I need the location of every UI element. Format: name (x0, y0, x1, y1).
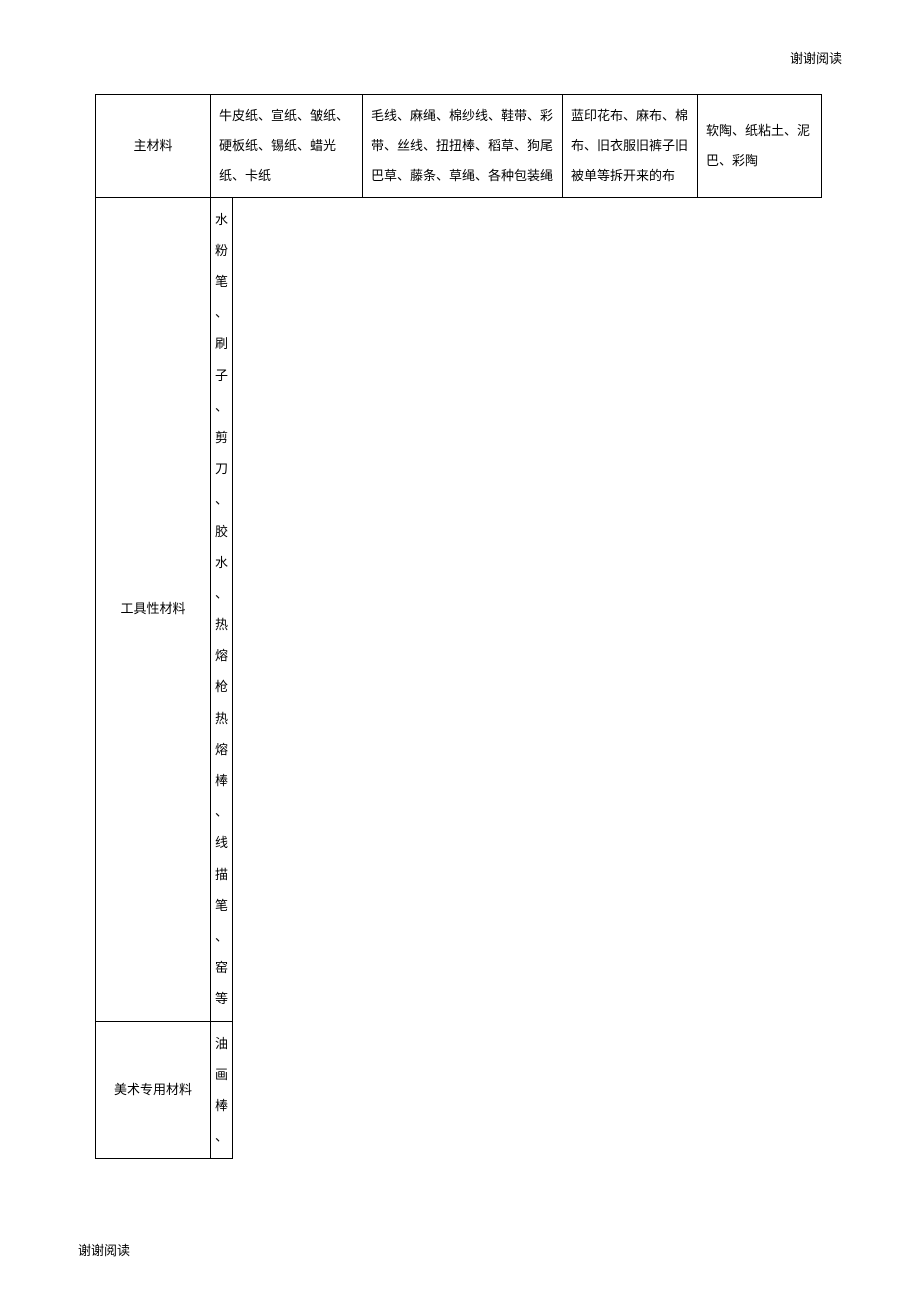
cell-art-empty (233, 1021, 822, 1159)
cell-main-c2: 牛皮纸、宣纸、皱纸、硬板纸、锡纸、蜡光纸、卡纸 (211, 95, 363, 198)
cell-tool-empty (233, 197, 822, 1021)
table-row: 工具性材料 水粉笔、刷子、剪刀、胶水、热熔枪热熔棒、线描笔、窑等 (96, 197, 822, 1021)
footer-thanks: 谢谢阅读 (78, 1240, 130, 1259)
materials-table: 主材料 牛皮纸、宣纸、皱纸、硬板纸、锡纸、蜡光纸、卡纸 毛线、麻绳、棉纱线、鞋带… (95, 94, 822, 1159)
cell-main-c5: 软陶、纸粘土、泥巴、彩陶 (698, 95, 822, 198)
row-label-tool-material: 工具性材料 (96, 197, 211, 1021)
table-row: 主材料 牛皮纸、宣纸、皱纸、硬板纸、锡纸、蜡光纸、卡纸 毛线、麻绳、棉纱线、鞋带… (96, 95, 822, 198)
header-thanks: 谢谢阅读 (790, 48, 842, 67)
materials-table-wrap: 主材料 牛皮纸、宣纸、皱纸、硬板纸、锡纸、蜡光纸、卡纸 毛线、麻绳、棉纱线、鞋带… (95, 94, 822, 1159)
table-row: 美术专用材料 油画棒、 (96, 1021, 822, 1159)
row-label-main-material: 主材料 (96, 95, 211, 198)
cell-main-c3: 毛线、麻绳、棉纱线、鞋带、彩带、丝线、扭扭棒、稻草、狗尾巴草、藤条、草绳、各种包… (363, 95, 563, 198)
cell-main-c4: 蓝印花布、麻布、棉布、旧衣服旧裤子旧被单等拆开来的布 (563, 95, 698, 198)
row-label-art-material: 美术专用材料 (96, 1021, 211, 1159)
cell-art-narrow: 油画棒、 (211, 1021, 233, 1159)
cell-tool-narrow: 水粉笔、刷子、剪刀、胶水、热熔枪热熔棒、线描笔、窑等 (211, 197, 233, 1021)
